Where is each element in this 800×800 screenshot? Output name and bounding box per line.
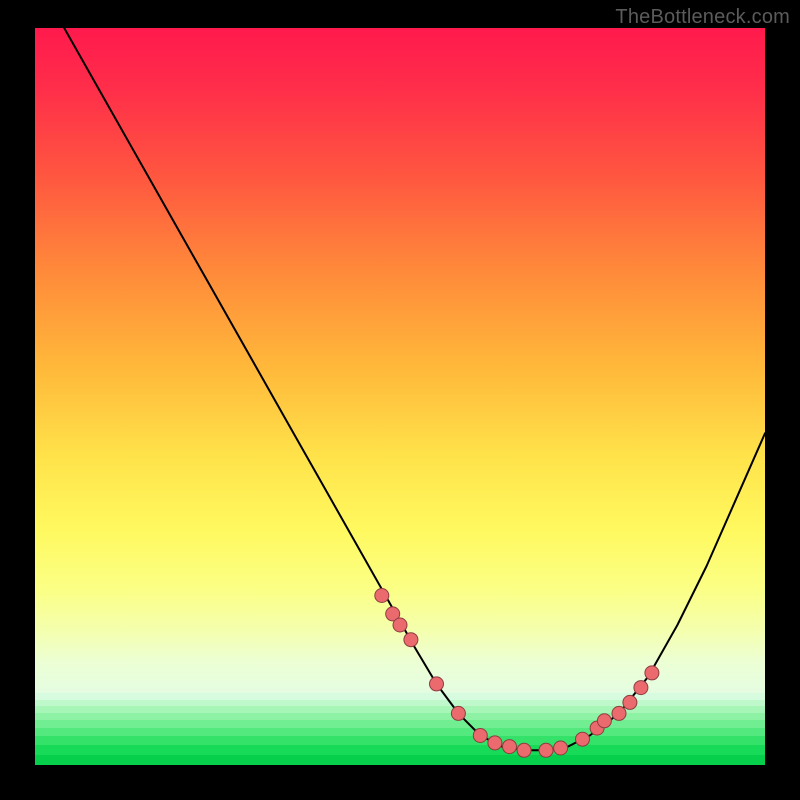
dot (576, 732, 590, 746)
dot (554, 741, 568, 755)
dot (375, 589, 389, 603)
chart-svg (35, 28, 765, 765)
dot (473, 729, 487, 743)
dot (488, 736, 502, 750)
dot (451, 706, 465, 720)
plot-area (35, 28, 765, 765)
dot (623, 695, 637, 709)
dot (430, 677, 444, 691)
dot (634, 681, 648, 695)
dot (612, 706, 626, 720)
dot (597, 714, 611, 728)
dot (539, 743, 553, 757)
dot (393, 618, 407, 632)
dot (503, 740, 517, 754)
highlight-dots (375, 589, 659, 758)
dot (645, 666, 659, 680)
dot (404, 633, 418, 647)
watermark-text: TheBottleneck.com (615, 6, 790, 29)
chart-stage: TheBottleneck.com (0, 0, 800, 800)
dot (517, 743, 531, 757)
